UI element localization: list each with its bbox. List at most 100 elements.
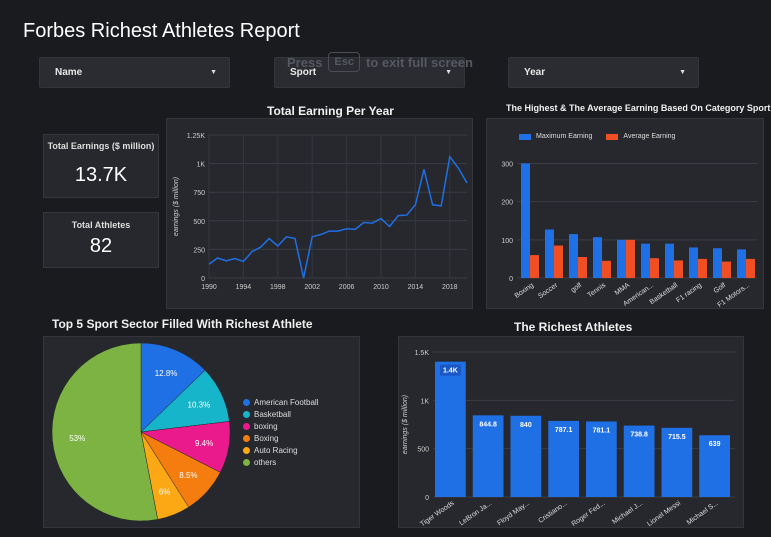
legend-item: Boxing [243,432,318,444]
x-tick-label: Golf [713,282,728,295]
x-tick-label: Cristiano... [537,500,568,525]
bar [689,247,698,278]
year-filter-dropdown[interactable]: Year ▼ [508,57,699,88]
bar [722,261,731,278]
x-tick-label: 2010 [373,284,389,291]
bar [435,361,466,497]
bar [626,239,635,278]
y-tick-label: 500 [417,447,429,454]
legend-label: Boxing [254,433,279,443]
fullscreen-hint-press: Press [287,54,323,70]
y-tick-label: 1K [196,162,205,169]
x-tick-label: 2002 [304,284,320,291]
bar [746,258,755,278]
y-tick-label: 500 [193,219,205,226]
data-label: 715.5 [668,434,686,441]
bar [545,229,554,278]
x-tick-label: Lionel Messi [646,500,682,528]
x-tick-label: Michael S... [686,500,720,527]
x-tick-label: LeBron Ja... [458,500,493,527]
x-tick-label: Michael J... [611,500,644,526]
y-tick-label: 1.5K [415,350,430,357]
legend-swatch [243,458,250,466]
x-tick-label: F1 racing [675,282,703,305]
bar [674,260,683,278]
legend-swatch [519,133,531,140]
data-label: 840 [520,422,532,429]
kpi-value: 82 [89,235,113,257]
bar [530,255,539,278]
category-bar-chart: 0100200300Boxing Soccer golf Tennis MMAAmeri… [501,161,757,309]
y-tick-label: 250 [193,247,205,254]
bar [737,249,746,278]
y-tick-label: 750 [193,190,205,197]
legend-swatch [606,133,619,140]
kpi-total-athletes: Total Athletes 82 [43,212,159,268]
bar [578,257,587,278]
richest-chart-title: The Richest Athletes [514,320,633,334]
kpi-label: Total Athletes [71,220,131,230]
legend-label: others [254,457,277,467]
line-chart-card: 0 250 500 750 1K 1.25K 1990 1994 1998 2002 2006 201… [166,118,473,309]
legend-item: boxing [243,420,318,432]
y-tick-label: 0 [509,276,513,283]
kpi-total-earnings: Total Earnings ($ million) 13.7K [43,134,159,198]
bar [665,243,674,278]
legend-item: Auto Racing [243,444,318,456]
x-tick-label: Soccer [537,282,559,301]
legend-swatch [243,446,250,454]
kpi-label: Total Earnings ($ million) [47,141,155,151]
x-tick-label: Tennis [587,282,608,300]
bar [521,163,530,278]
legend-label: Basketball [254,409,291,419]
legend-item: Maximum Earning [519,133,592,140]
y-axis-label: earnings ($ million) [173,177,180,236]
name-filter-label: Name [55,67,83,78]
slice-label: 9.4% [195,439,213,448]
x-tick-label: 1990 [201,284,217,291]
legend-item: others [243,456,318,468]
legend-swatch [243,398,250,406]
bar [698,258,707,278]
data-label: 844.8 [479,421,497,428]
x-tick-label: MMA [614,282,632,297]
richest-card: 0 500 1K 1.5K 1.4K Tiger Woods 844.8 LeBron Ja.… [398,336,744,528]
chevron-down-icon: ▼ [679,69,686,76]
x-tick-label: 2018 [442,284,458,291]
slice-label: 12.8% [155,369,178,378]
data-label: 1.4K [443,368,458,375]
legend-item: American Football [243,396,318,408]
series-line [208,154,468,279]
esc-key: Esc [328,52,360,72]
pie-card: 12.8% 10.3% 9.4% 8.5% 6% 53% American Footbal… [43,336,360,528]
pie-chart: 12.8% 10.3% 9.4% 8.5% 6% 53% [51,342,231,522]
slice-label: 8.5% [179,471,197,480]
legend-swatch [243,410,250,418]
name-filter-dropdown[interactable]: Name ▼ [39,57,230,88]
bar [650,258,659,278]
x-tick-label: 2006 [339,284,355,291]
bar [713,248,722,278]
line-chart: 0 250 500 750 1K 1.25K 1990 1994 1998 2002 2006 201… [173,133,468,291]
x-tick-label: 1998 [270,284,286,291]
x-tick-label: golf [570,282,583,294]
data-label: 639 [709,441,721,448]
bar [602,260,611,278]
data-label: 738.8 [630,432,648,439]
y-tick-label: 300 [501,161,513,168]
y-tick-label: 1K [420,398,429,405]
category-bar-card: Maximum Earning Average Earning 0 100 200 3… [486,118,764,309]
legend-swatch [243,434,250,442]
slice-label: 53% [69,434,85,443]
x-tick-label: Roger Fed... [571,500,607,528]
x-tick-label: 2014 [408,284,424,291]
legend-label: American Football [254,397,319,407]
y-tick-label: 0 [201,276,205,283]
pie-legend: American Football Basketball boxing Boxing A… [243,396,318,468]
y-axis-label: earnings ($ million) [402,395,409,454]
bar-legend: Maximum Earning Average Earning [519,133,675,140]
chevron-down-icon: ▼ [210,69,217,76]
bar-chart-title: The Highest & The Average Earning Based … [506,103,771,113]
legend-label: Average Earning [623,133,676,140]
legend-label: Maximum Earning [536,133,593,140]
